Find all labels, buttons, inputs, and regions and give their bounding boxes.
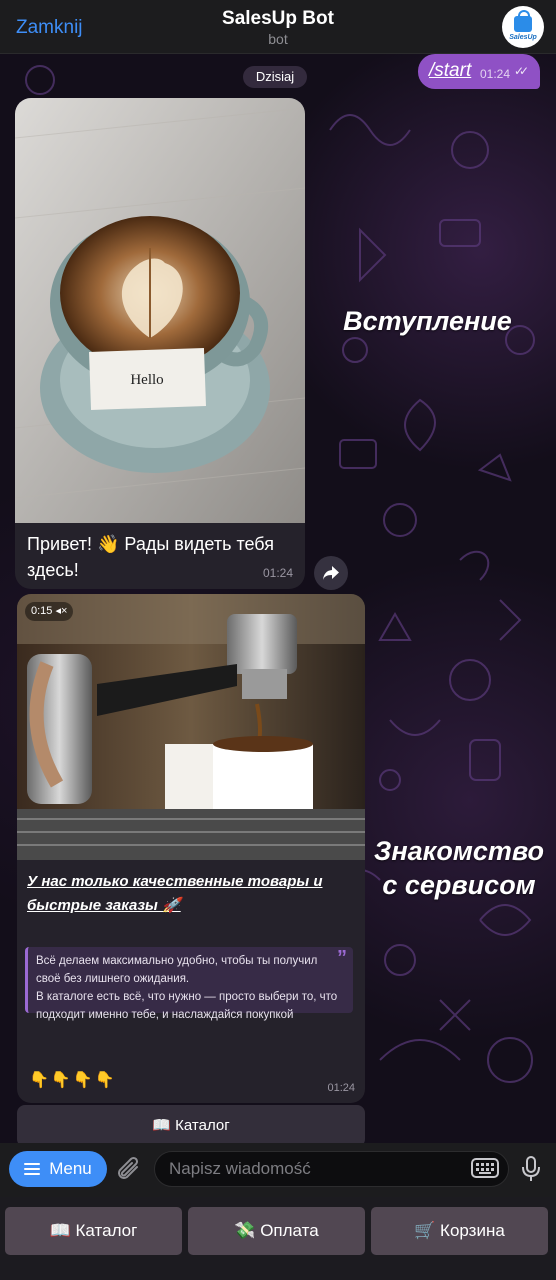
quote-line: Всё делаем максимально удобно, чтобы ты … xyxy=(36,955,318,967)
menu-button[interactable]: Menu xyxy=(9,1151,107,1187)
share-arrow-icon xyxy=(323,566,339,580)
chat-header: Zamknij SalesUp Bot bot SalesUp xyxy=(0,0,556,54)
quote-line: подходит именно тебе, и наслаждайся поку… xyxy=(36,1009,294,1021)
service-annotation-line2: с сервисом xyxy=(382,870,536,900)
quote-mark-icon: ” xyxy=(337,947,347,969)
outgoing-message[interactable]: /start 01:24 ✓✓ xyxy=(418,54,540,89)
double-check-icon: ✓✓ xyxy=(514,64,529,78)
keyboard-button-payment[interactable]: 💸 Оплата xyxy=(188,1207,365,1255)
message2-headline: У нас только качественные товары и быстр… xyxy=(27,873,323,914)
menu-button-label: Menu xyxy=(49,1159,92,1178)
bot-avatar[interactable]: SalesUp xyxy=(502,6,544,48)
paperclip-icon[interactable] xyxy=(117,1156,143,1184)
incoming-message-video[interactable]: 0:15 ◂× У нас только качественные товары… xyxy=(17,594,365,1103)
intro-annotation: Вступление xyxy=(343,306,512,336)
message-input[interactable] xyxy=(154,1151,509,1187)
hamburger-icon xyxy=(24,1163,41,1175)
chat-subtitle: bot xyxy=(268,31,288,47)
pointing-down-emojis: 👇👇👇👇 xyxy=(29,1072,117,1089)
message2-quote: Всё делаем максимально удобно, чтобы ты … xyxy=(25,947,353,1021)
quote-line: В каталоге есть всё, что нужно — просто … xyxy=(36,991,338,1003)
espresso-video-thumbnail[interactable] xyxy=(17,594,365,860)
coffee-hello-photo[interactable]: Hello xyxy=(15,98,305,523)
keyboard-button-cart[interactable]: 🛒 Корзина xyxy=(371,1207,548,1255)
microphone-icon[interactable] xyxy=(521,1155,541,1183)
message2-time: 01:24 xyxy=(327,1082,355,1094)
service-annotation-line1: Знакомство xyxy=(374,836,544,866)
video-duration: 0:15 xyxy=(31,605,53,617)
outgoing-command-text[interactable]: /start xyxy=(429,60,471,82)
keyboard-button-catalog[interactable]: 📖 Каталог xyxy=(5,1207,182,1255)
forward-button[interactable] xyxy=(314,556,348,590)
muted-speaker-icon[interactable]: ◂× xyxy=(55,605,67,617)
quote-line: своё без лишнего ожидания. xyxy=(36,973,190,985)
service-annotation: Знакомство с сервисом xyxy=(362,834,556,902)
message-input-bar: Menu xyxy=(0,1143,556,1197)
reply-keyboard: 📖 Каталог 💸 Оплата 🛒 Корзина xyxy=(0,1197,556,1280)
message1-time: 01:24 xyxy=(262,566,293,580)
keyboard-icon[interactable] xyxy=(471,1158,499,1178)
message1-text: Привет! 👋 Рады видеть тебя здесь! xyxy=(27,534,274,580)
catalog-inline-button[interactable]: 📖 Каталог xyxy=(17,1105,365,1147)
avatar-brand-text: SalesUp xyxy=(509,33,537,41)
shopping-bag-icon xyxy=(514,9,532,32)
photo-caption-text: Hello xyxy=(130,372,163,388)
video-duration-badge: 0:15 ◂× xyxy=(25,602,74,621)
date-separator: Dzisiaj xyxy=(243,66,307,88)
outgoing-time: 01:24 xyxy=(480,67,511,81)
quote-text: Всё делаем максимально удобно, чтобы ты … xyxy=(36,952,341,1024)
chat-title[interactable]: SalesUp Bot xyxy=(0,8,556,30)
incoming-message-photo[interactable]: Hello Привет! 👋 Рады видеть тебя здесь! … xyxy=(15,98,305,589)
